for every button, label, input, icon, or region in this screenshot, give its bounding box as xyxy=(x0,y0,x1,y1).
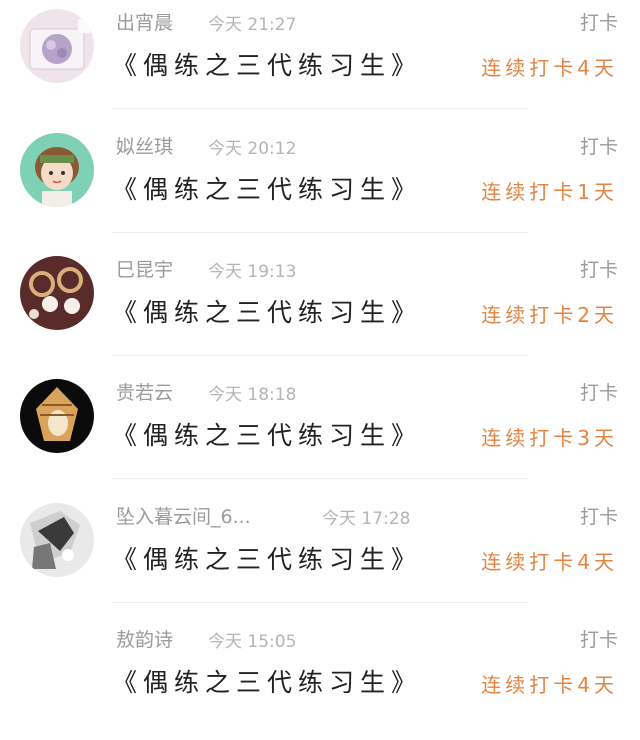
seashell-avatar-icon xyxy=(20,379,94,453)
streak-count: 连续打卡2天 xyxy=(481,303,618,327)
row-divider xyxy=(112,108,528,109)
user-avatar[interactable] xyxy=(20,256,94,330)
user-name[interactable]: 敖韵诗 xyxy=(116,625,173,652)
row-divider xyxy=(112,355,528,356)
streak-count: 连续打卡4天 xyxy=(481,673,618,697)
checkin-tag: 打卡 xyxy=(579,382,618,404)
course-title[interactable]: 《偶练之三代练习生》 xyxy=(112,540,422,576)
checkin-row[interactable]: 姒丝琪 今天 20:12 打卡 《偶练之三代练习生》 连续打卡1天 xyxy=(0,124,640,247)
user-avatar[interactable] xyxy=(20,379,94,453)
checkin-row[interactable]: 坠入暮云间_6... 今天 17:28 打卡 《偶练之三代练习生》 连续打卡4天 xyxy=(0,494,640,617)
course-title[interactable]: 《偶练之三代练习生》 xyxy=(112,170,422,206)
course-title[interactable]: 《偶练之三代练习生》 xyxy=(112,416,422,452)
course-title[interactable]: 《偶练之三代练习生》 xyxy=(112,663,422,699)
checkin-time: 今天 15:05 xyxy=(208,632,297,652)
checkin-tag: 打卡 xyxy=(579,506,618,528)
doll-girl-avatar-icon xyxy=(20,133,94,207)
course-title[interactable]: 《偶练之三代练习生》 xyxy=(112,46,422,82)
user-name[interactable]: 坠入暮云间_6... xyxy=(116,502,251,529)
user-name[interactable]: 贵若云 xyxy=(116,378,173,405)
checkin-row[interactable]: 出宵晨 今天 21:27 打卡 《偶练之三代练习生》 连续打卡4天 xyxy=(0,0,640,123)
user-name[interactable]: 姒丝琪 xyxy=(116,132,173,159)
checkin-time: 今天 18:18 xyxy=(208,385,297,405)
user-avatar[interactable] xyxy=(20,9,94,83)
gift-box-avatar-icon xyxy=(20,9,94,83)
user-name[interactable]: 出宵晨 xyxy=(116,8,173,35)
checkin-tag: 打卡 xyxy=(579,136,618,158)
checkin-feed: 出宵晨 今天 21:27 打卡 《偶练之三代练习生》 连续打卡4天 姒丝琪 今天… xyxy=(0,0,640,719)
streak-count: 连续打卡1天 xyxy=(481,180,618,204)
user-name[interactable]: 巳昆宇 xyxy=(116,255,173,282)
checkin-time: 今天 17:28 xyxy=(322,509,411,529)
checkin-time: 今天 21:27 xyxy=(208,15,297,35)
streak-count: 连续打卡4天 xyxy=(481,56,618,80)
row-divider xyxy=(112,478,528,479)
checkin-tag: 打卡 xyxy=(579,12,618,34)
row-divider xyxy=(112,232,528,233)
user-avatar[interactable] xyxy=(20,133,94,207)
checkin-time: 今天 19:13 xyxy=(208,262,297,282)
streak-count: 连续打卡4天 xyxy=(481,550,618,574)
anime-sketch-avatar-icon xyxy=(20,503,94,577)
checkin-row[interactable]: 敖韵诗 今天 15:05 打卡 《偶练之三代练习生》 连续打卡4天 xyxy=(0,617,640,740)
row-divider xyxy=(112,602,528,603)
streak-count: 连续打卡3天 xyxy=(481,426,618,450)
checkin-tag: 打卡 xyxy=(579,259,618,281)
checkin-time: 今天 20:12 xyxy=(208,139,297,159)
checkin-row[interactable]: 贵若云 今天 18:18 打卡 《偶练之三代练习生》 连续打卡3天 xyxy=(0,370,640,493)
user-avatar[interactable] xyxy=(20,503,94,577)
checkin-tag: 打卡 xyxy=(579,629,618,651)
checkin-row[interactable]: 巳昆宇 今天 19:13 打卡 《偶练之三代练习生》 连续打卡2天 xyxy=(0,247,640,370)
pearl-earring-avatar-icon xyxy=(20,256,94,330)
course-title[interactable]: 《偶练之三代练习生》 xyxy=(112,293,422,329)
